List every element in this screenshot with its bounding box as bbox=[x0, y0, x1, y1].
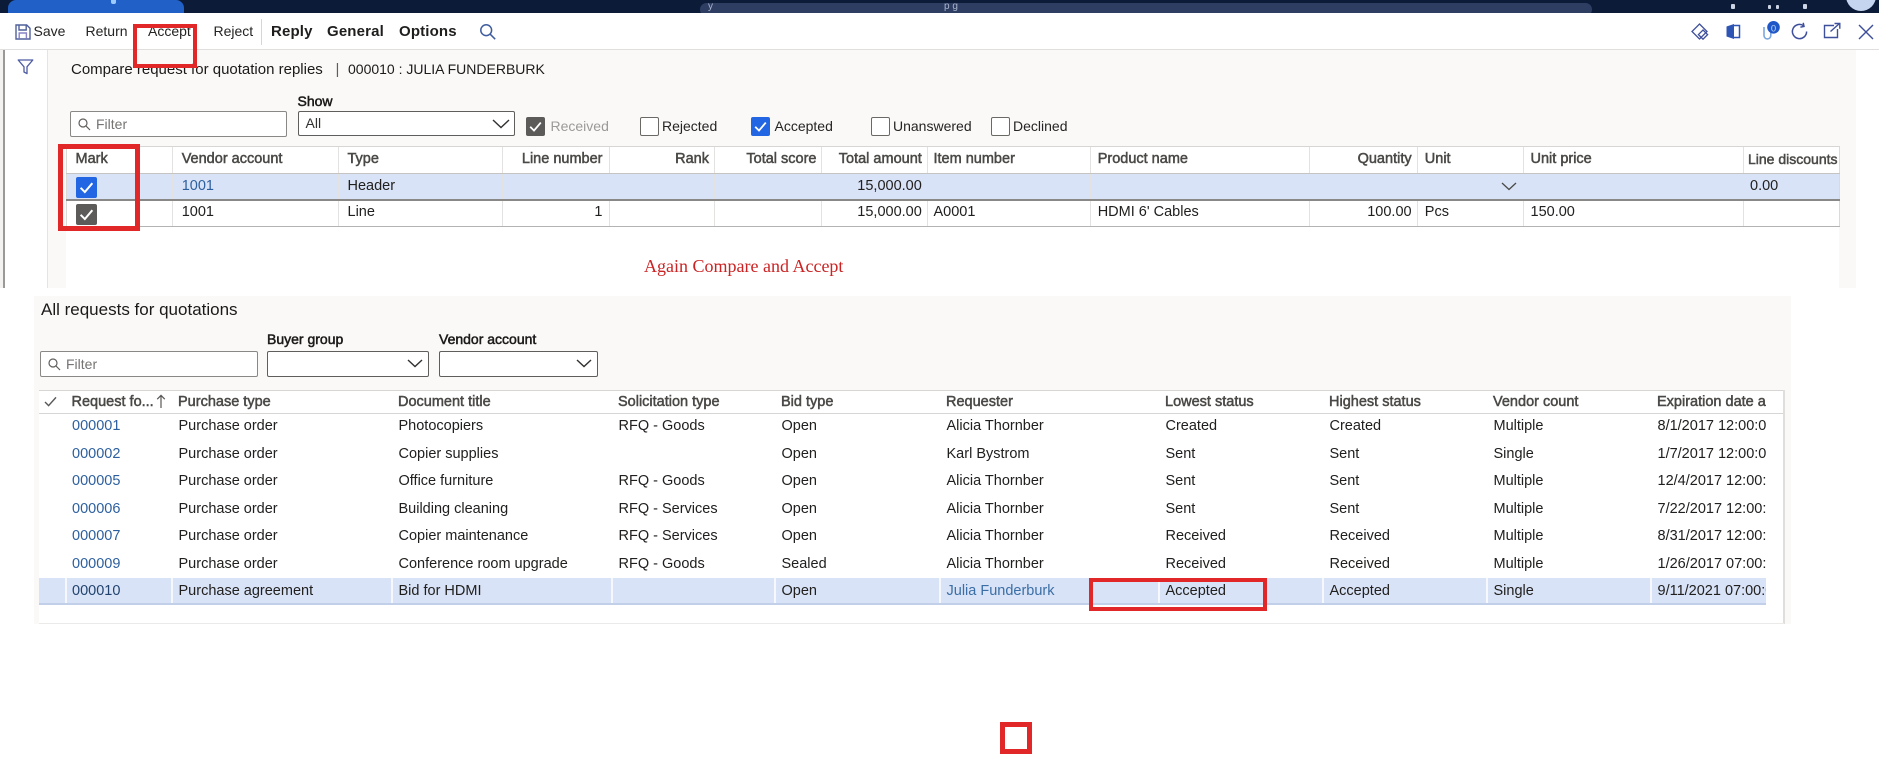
svg-text:0: 0 bbox=[1771, 24, 1776, 35]
